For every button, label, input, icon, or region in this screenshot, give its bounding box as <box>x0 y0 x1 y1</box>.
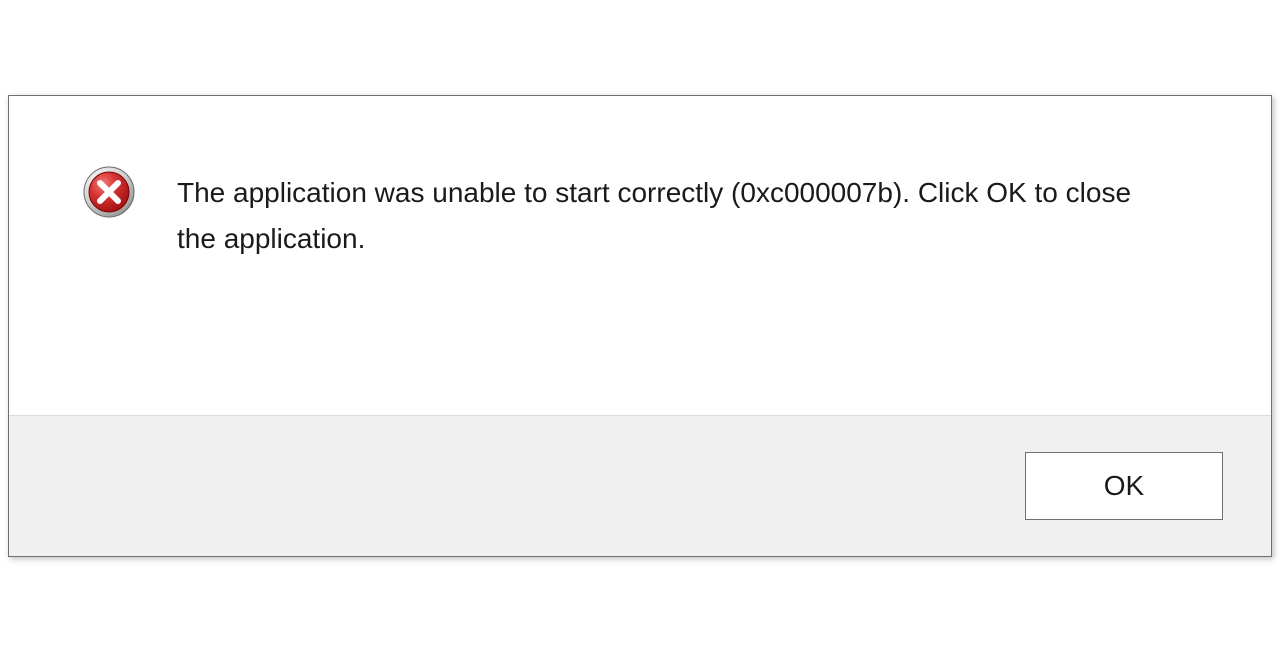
dialog-message-column: The application was unable to start corr… <box>139 166 1211 262</box>
error-dialog: The application was unable to start corr… <box>8 95 1272 557</box>
dialog-message-text: The application was unable to start corr… <box>177 170 1177 262</box>
dialog-content: The application was unable to start corr… <box>9 96 1271 415</box>
error-icon <box>83 166 135 218</box>
ok-button[interactable]: OK <box>1025 452 1223 520</box>
dialog-icon-column <box>79 166 139 218</box>
dialog-button-bar: OK <box>9 415 1271 556</box>
